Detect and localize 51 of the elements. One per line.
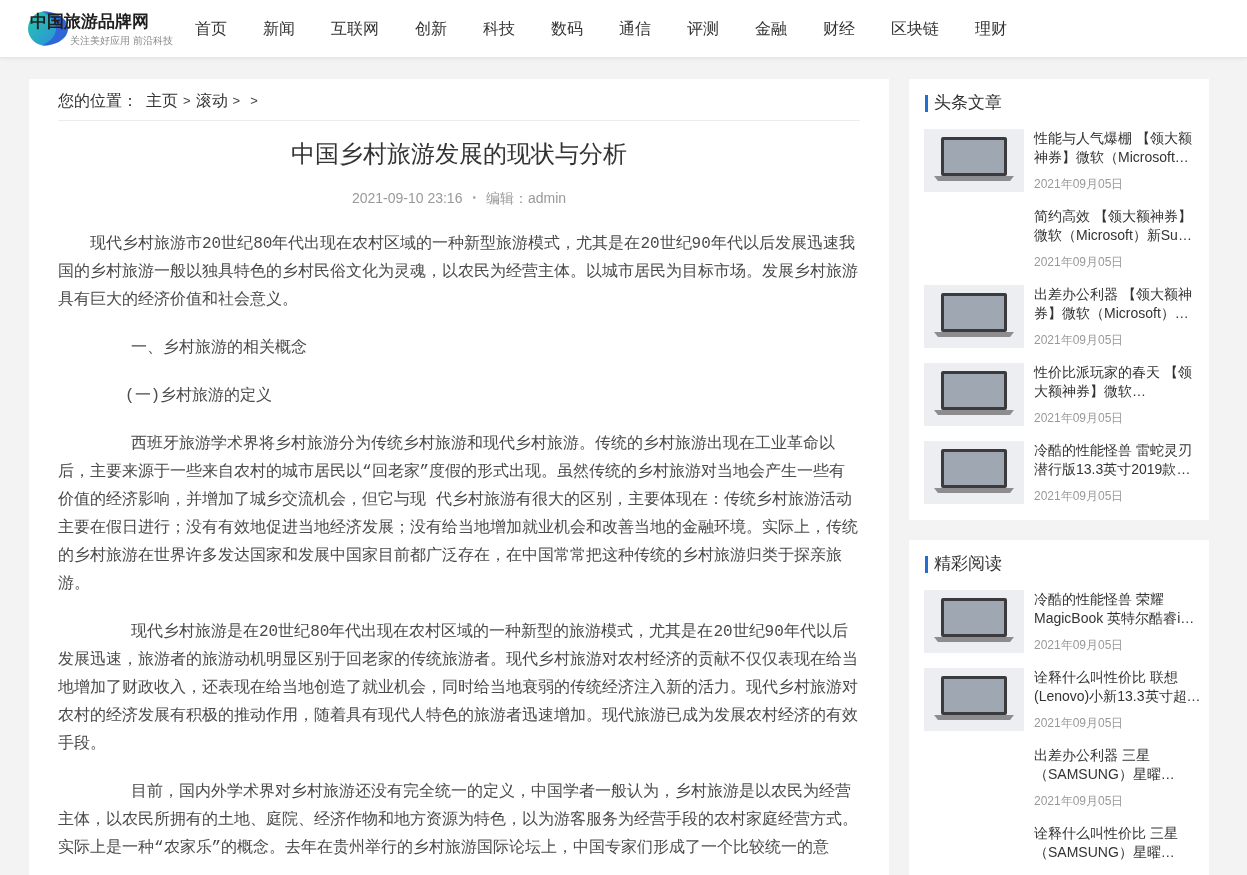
article-paragraph: 现代乡村旅游是在20世纪80年代出现在农村区域的一种新型的旅游模式，尤其是在20世纪90年代以后发展迅速，旅游者的旅游动机明显区别于回老家的传统旅游者。现代乡村旅游对农村经济的贡献不仅仅表现在给当地增加了财政收入，还表现在给当地创造了就业机会，同时给当地衰弱的传统经济注入新的活力。现代乡村旅游对农村的经济发展有积极的推动作用，随着具有现代人特色的旅游者迅速增加。现代旅游已成为发展农村经济的有效手段。 <box>58 621 859 755</box>
author-label: 编辑：admin <box>485 189 567 208</box>
article-date: 2021年09月05日 <box>1034 410 1125 427</box>
nav-link[interactable]: 评测 <box>687 16 719 41</box>
article-paragraph: 目前，国内外学术界对乡村旅游还没有完全统一的定义，中国学者一般认为，乡村旅游是以农民为经营主体，以农民所拥有的土地、庭院、经济作物和地方资源为特色，以为游客服务为经营手段的农村家庭经营方式。实际上是一种“农家乐”的概念。去年在贵州举行的乡村旅游国际论坛上，中国专家们形成了一个比较统一的意 <box>58 781 859 859</box>
article-title: 中国乡村旅游发展的现状与分析 <box>290 139 628 169</box>
nav-link[interactable]: 理财 <box>975 16 1007 41</box>
breadcrumb-link[interactable]: 主页 <box>146 89 178 113</box>
nav-link[interactable]: 科技 <box>483 16 515 41</box>
subsection-heading: (一)乡村旅游的定义 <box>124 386 274 407</box>
article-date: 2021年09月05日 <box>1034 637 1125 654</box>
article-paragraph: 现代乡村旅游市20世纪80年代出现在农村区域的一种新型旅游模式，尤其是在20世纪90年代以后发展迅速我国的乡村旅游一般以独具特色的乡村民俗文化为灵魂，以农民为经营主体。以城市居民为目标市场。发展乡村旅游具有巨大的经济价值和社会意义。 <box>58 233 859 311</box>
nav-link[interactable]: 创新 <box>415 16 447 41</box>
publish-date: 2021-09-10 23:16 <box>351 189 463 208</box>
separator-dot: • <box>472 191 476 205</box>
sidebar-heading: 精彩阅读 <box>934 553 1002 575</box>
nav-link[interactable]: 数码 <box>551 16 583 41</box>
nav-link[interactable]: 通信 <box>619 16 651 41</box>
accent-bar-icon <box>925 555 928 573</box>
nav-link[interactable]: 金融 <box>755 16 787 41</box>
nav-link[interactable]: 财经 <box>823 16 855 41</box>
article-link[interactable]: 诠释什么叫性价比 联想(Lenovo)小新13.3英寸超… <box>1034 668 1204 706</box>
breadcrumb-separator: > <box>232 92 241 110</box>
breadcrumb-link[interactable]: 滚动 <box>195 89 228 113</box>
article-link[interactable]: 性能与人气爆棚 【领大额神券】微软（Microsoft… <box>1034 129 1204 167</box>
accent-bar-icon <box>925 94 928 112</box>
article-date: 2021年09月05日 <box>1034 254 1125 271</box>
nav-link[interactable]: 互联网 <box>331 16 379 41</box>
article-paragraph: 西班牙旅游学术界将乡村旅游分为传统乡村旅游和现代乡村旅游。传统的乡村旅游出现在工业革命以后，主要来源于一些来自农村的城市居民以“回老家”度假的形式出现。虽然传统的乡村旅游对当地会产生一些有价值的经济影响，并增加了城乡交流机会，但它与现 代乡村旅游有很大的区别，主要体现在：传统乡村旅游活动主要在假日进行；没有有效地促进当地经济发展；没有给当地增加就业机会和改善当地的金融环境。实际上，传统的乡村旅游在世界许多发达国家和发展中国家目前都广泛存在，在中国常常把这种传统的乡村旅游归类于探亲旅游。 <box>58 433 859 595</box>
section-heading: 一、乡村旅游的相关概念 <box>130 337 308 359</box>
article-link[interactable]: 出差办公利器 三星（SAMSUNG）星曜… <box>1034 746 1204 784</box>
nav-link[interactable]: 首页 <box>195 16 227 41</box>
article-link[interactable]: 诠释什么叫性价比 三星（SAMSUNG）星曜… <box>1034 824 1204 862</box>
article-date: 2021年09月05日 <box>1034 793 1125 810</box>
article-date: 2021年09月05日 <box>1034 176 1125 193</box>
article-link[interactable]: 简约高效 【领大额神券】微软（Microsoft）新Su… <box>1034 207 1204 245</box>
sidebar-heading: 头条文章 <box>934 92 1002 114</box>
nav-link[interactable]: 区块链 <box>891 16 939 41</box>
article-link[interactable]: 出差办公利器 【领大额神券】微软（Microsoft）… <box>1034 285 1204 323</box>
article-link[interactable]: 冷酷的性能怪兽 雷蛇灵刃潜行版13.3英寸2019款… <box>1034 441 1204 479</box>
breadcrumb-label: 您的位置： <box>58 91 138 111</box>
article-link[interactable]: 冷酷的性能怪兽 荣耀MagicBook 英特尔酷睿i… <box>1034 590 1204 628</box>
article-date: 2021年09月05日 <box>1034 332 1125 349</box>
logo-tagline: 关注美好应用 前沿科技 <box>70 35 173 47</box>
breadcrumb-separator: > <box>250 92 258 110</box>
article-date: 2021年09月05日 <box>1034 715 1125 732</box>
site-logo[interactable]: 中国旅游品牌网 <box>30 12 149 32</box>
article-date: 2021年09月05日 <box>1034 488 1125 505</box>
nav-link[interactable]: 新闻 <box>263 16 295 41</box>
breadcrumb-separator: > <box>183 92 191 110</box>
article-link[interactable]: 性价比派玩家的春天 【领大额神券】微软… <box>1034 363 1204 401</box>
